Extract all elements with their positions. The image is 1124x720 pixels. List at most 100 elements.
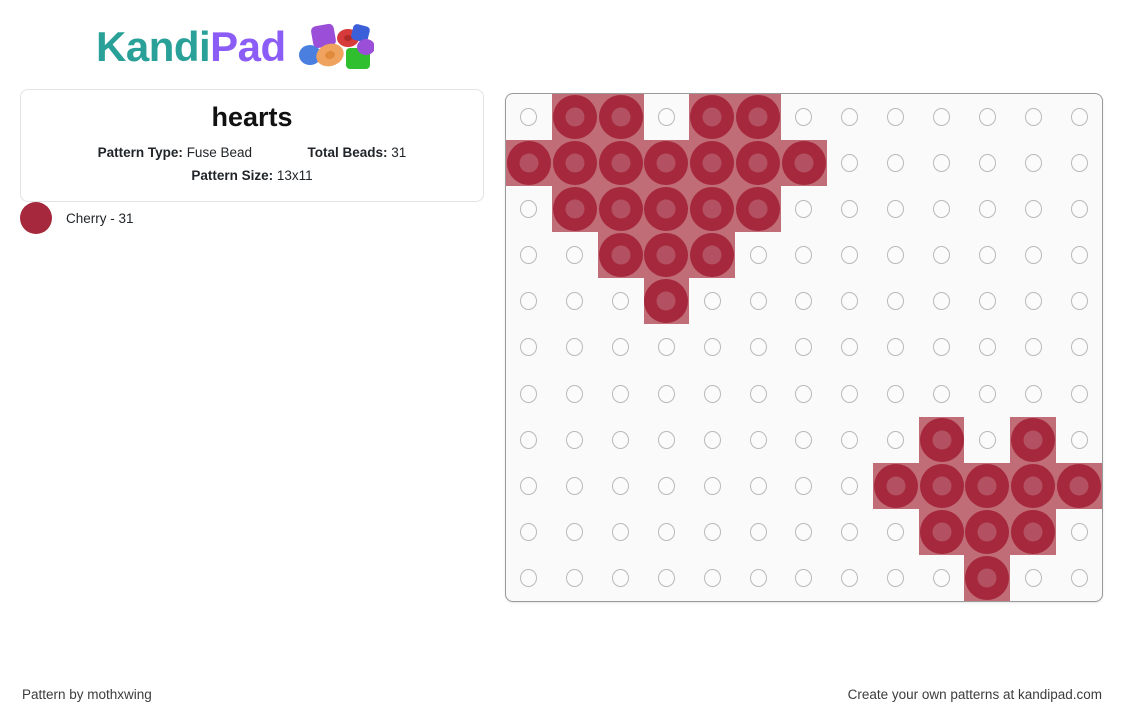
bead-cell-filled[interactable]: [597, 94, 644, 141]
bead-cell-filled[interactable]: [918, 508, 965, 555]
bead-cell-filled[interactable]: [597, 232, 644, 279]
bead-cell-empty[interactable]: [919, 555, 965, 601]
bead-cell-filled[interactable]: [506, 140, 552, 187]
bead-cell-filled[interactable]: [918, 416, 965, 463]
bead-cell-empty[interactable]: [1010, 324, 1056, 370]
bead-cell-empty[interactable]: [689, 324, 735, 370]
bead-cell-filled[interactable]: [1010, 508, 1057, 555]
bead-cell-filled[interactable]: [551, 186, 598, 233]
bead-cell-empty[interactable]: [873, 278, 919, 324]
bead-cell-empty[interactable]: [873, 509, 919, 555]
bead-cell-empty[interactable]: [506, 417, 552, 463]
bead-cell-empty[interactable]: [964, 140, 1010, 186]
bead-cell-empty[interactable]: [644, 463, 690, 509]
bead-cell-empty[interactable]: [644, 324, 690, 370]
bead-cell-filled[interactable]: [1010, 416, 1057, 463]
bead-cell-filled[interactable]: [643, 232, 690, 279]
bead-cell-filled[interactable]: [689, 186, 736, 233]
bead-cell-empty[interactable]: [919, 371, 965, 417]
bead-cell-filled[interactable]: [1010, 462, 1057, 509]
bead-cell-empty[interactable]: [781, 463, 827, 509]
bead-cell-empty[interactable]: [735, 371, 781, 417]
bead-cell-filled[interactable]: [735, 140, 782, 187]
bead-cell-empty[interactable]: [735, 278, 781, 324]
bead-cell-filled[interactable]: [872, 462, 919, 509]
bead-cell-empty[interactable]: [827, 278, 873, 324]
bead-cell-empty[interactable]: [552, 555, 598, 601]
bead-cell-empty[interactable]: [644, 509, 690, 555]
bead-cell-empty[interactable]: [735, 555, 781, 601]
bead-cell-filled[interactable]: [964, 508, 1011, 555]
bead-cell-empty[interactable]: [506, 371, 552, 417]
bead-cell-empty[interactable]: [873, 324, 919, 370]
bead-cell-empty[interactable]: [827, 232, 873, 278]
bead-cell-empty[interactable]: [644, 94, 690, 140]
bead-cell-empty[interactable]: [1056, 417, 1102, 463]
bead-cell-filled[interactable]: [597, 186, 644, 233]
bead-cell-empty[interactable]: [689, 278, 735, 324]
bead-cell-empty[interactable]: [598, 417, 644, 463]
bead-cell-filled[interactable]: [735, 94, 782, 141]
bead-cell-empty[interactable]: [919, 232, 965, 278]
bead-cell-filled[interactable]: [643, 186, 690, 233]
bead-cell-filled[interactable]: [689, 94, 736, 141]
bead-cell-empty[interactable]: [552, 324, 598, 370]
bead-cell-empty[interactable]: [873, 371, 919, 417]
bead-cell-empty[interactable]: [552, 371, 598, 417]
bead-cell-empty[interactable]: [1056, 555, 1102, 601]
bead-cell-empty[interactable]: [735, 232, 781, 278]
bead-grid[interactable]: [506, 94, 1102, 601]
bead-cell-empty[interactable]: [506, 555, 552, 601]
bead-cell-empty[interactable]: [598, 324, 644, 370]
bead-cell-filled[interactable]: [918, 462, 965, 509]
bead-cell-filled[interactable]: [735, 186, 782, 233]
bead-cell-empty[interactable]: [964, 278, 1010, 324]
bead-cell-empty[interactable]: [1056, 140, 1102, 186]
bead-cell-empty[interactable]: [873, 140, 919, 186]
bead-cell-empty[interactable]: [552, 463, 598, 509]
bead-cell-empty[interactable]: [689, 463, 735, 509]
bead-cell-filled[interactable]: [551, 94, 598, 141]
bead-cell-empty[interactable]: [781, 324, 827, 370]
bead-cell-empty[interactable]: [964, 417, 1010, 463]
bead-cell-filled[interactable]: [643, 140, 690, 187]
bead-cell-empty[interactable]: [1010, 278, 1056, 324]
bead-cell-empty[interactable]: [873, 232, 919, 278]
bead-cell-empty[interactable]: [644, 371, 690, 417]
bead-cell-empty[interactable]: [827, 140, 873, 186]
bead-cell-filled[interactable]: [643, 278, 690, 325]
bead-cell-empty[interactable]: [873, 186, 919, 232]
bead-cell-empty[interactable]: [964, 94, 1010, 140]
bead-cell-empty[interactable]: [1056, 278, 1102, 324]
bead-cell-empty[interactable]: [1010, 140, 1056, 186]
bead-cell-empty[interactable]: [919, 140, 965, 186]
bead-cell-empty[interactable]: [781, 278, 827, 324]
bead-cell-empty[interactable]: [919, 186, 965, 232]
bead-cell-empty[interactable]: [1010, 94, 1056, 140]
bead-cell-empty[interactable]: [506, 186, 552, 232]
bead-cell-empty[interactable]: [919, 278, 965, 324]
bead-cell-empty[interactable]: [506, 94, 552, 140]
bead-cell-empty[interactable]: [552, 509, 598, 555]
bead-cell-empty[interactable]: [1010, 371, 1056, 417]
bead-cell-filled[interactable]: [689, 140, 736, 187]
bead-cell-empty[interactable]: [827, 371, 873, 417]
bead-cell-empty[interactable]: [964, 324, 1010, 370]
bead-cell-filled[interactable]: [781, 140, 827, 187]
bead-cell-filled[interactable]: [597, 140, 644, 187]
bead-cell-filled[interactable]: [689, 232, 736, 279]
bead-cell-empty[interactable]: [827, 324, 873, 370]
bead-cell-empty[interactable]: [873, 417, 919, 463]
bead-cell-empty[interactable]: [781, 509, 827, 555]
bead-cell-empty[interactable]: [735, 509, 781, 555]
bead-cell-empty[interactable]: [1056, 94, 1102, 140]
bead-cell-empty[interactable]: [827, 509, 873, 555]
bead-cell-empty[interactable]: [735, 463, 781, 509]
bead-cell-empty[interactable]: [1010, 186, 1056, 232]
bead-cell-filled[interactable]: [964, 554, 1011, 601]
bead-cell-empty[interactable]: [735, 417, 781, 463]
bead-cell-empty[interactable]: [781, 94, 827, 140]
bead-cell-empty[interactable]: [598, 555, 644, 601]
bead-cell-empty[interactable]: [506, 463, 552, 509]
bead-cell-empty[interactable]: [781, 371, 827, 417]
